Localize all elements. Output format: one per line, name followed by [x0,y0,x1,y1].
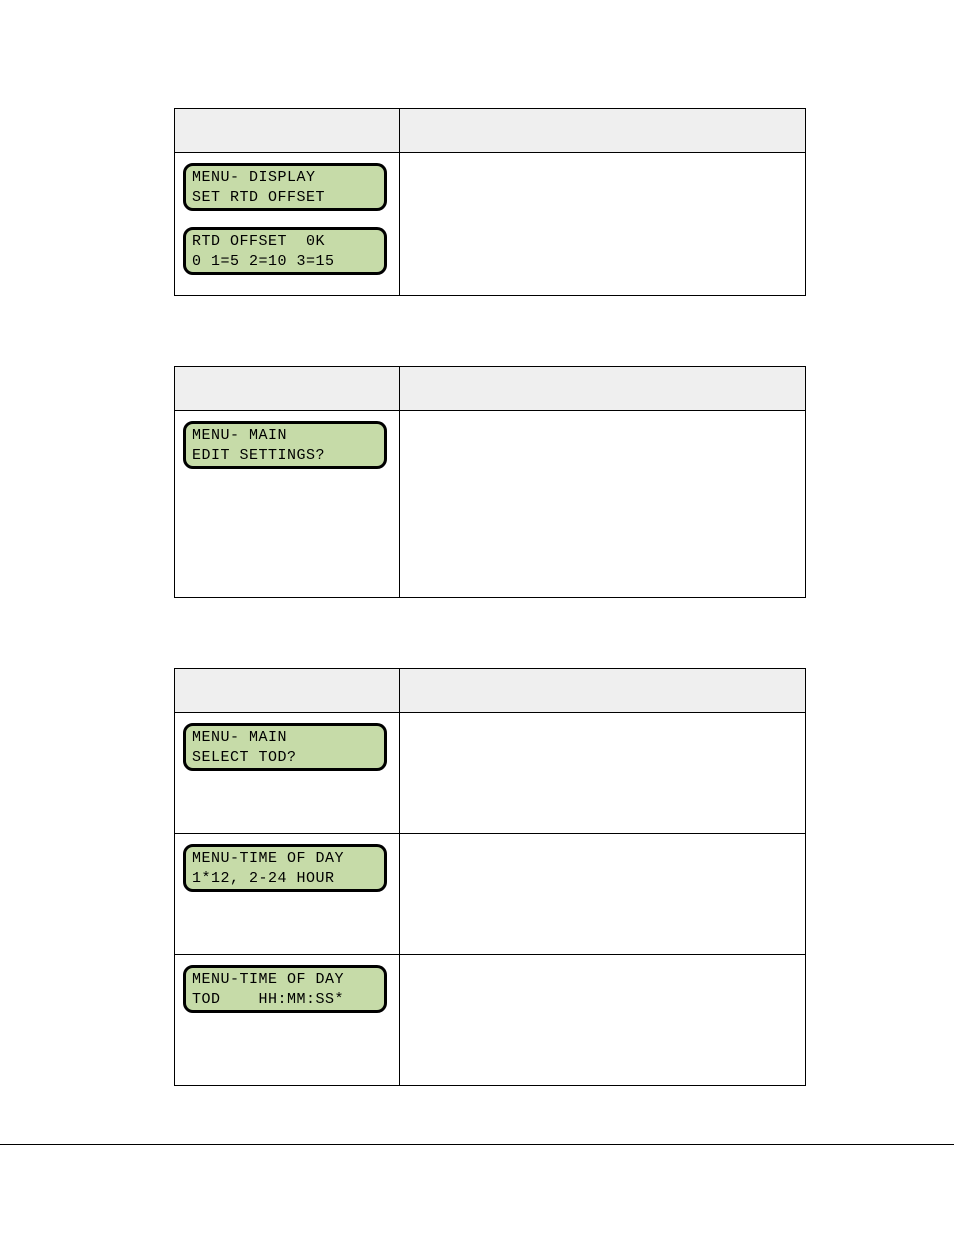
panel-display-rtd: MENU- DISPLAY SET RTD OFFSET RTD OFFSET … [174,108,806,296]
body-left: MENU- MAIN EDIT SETTINGS? [175,411,400,597]
lcd-line: MENU- DISPLAY [192,169,316,186]
body-right [400,834,805,954]
lcd-line: EDIT SETTINGS? [192,447,325,464]
header-left [175,367,400,411]
lcd-line: SET RTD OFFSET [192,189,325,206]
lcd-line: MENU- MAIN [192,729,287,746]
lcd-line: SELECT TOD? [192,749,297,766]
body-left: MENU-TIME OF DAY 1*12, 2-24 HOUR [175,834,400,954]
header-right [400,367,805,411]
panel-header [175,367,805,411]
header-right [400,109,805,153]
page: MENU- DISPLAY SET RTD OFFSET RTD OFFSET … [0,0,954,1235]
header-right [400,669,805,713]
lcd-line: TOD HH:MM:SS* [192,991,344,1008]
lcd-line: MENU-TIME OF DAY [192,971,344,988]
lcd-line: MENU-TIME OF DAY [192,850,344,867]
body-right [400,955,805,1085]
lcd-display: MENU- MAIN SELECT TOD? [183,723,387,771]
lcd-line: MENU- MAIN [192,427,287,444]
header-left [175,669,400,713]
lcd-display: MENU-TIME OF DAY TOD HH:MM:SS* [183,965,387,1013]
lcd-display: MENU-TIME OF DAY 1*12, 2-24 HOUR [183,844,387,892]
body-right [400,153,805,295]
body-right [400,713,805,833]
body-right [400,411,805,597]
panel-edit-settings: MENU- MAIN EDIT SETTINGS? [174,366,806,598]
panel-row: MENU-TIME OF DAY TOD HH:MM:SS* [175,954,805,1085]
panel-time-of-day: MENU- MAIN SELECT TOD? MENU-TIME OF DAY … [174,668,806,1086]
body-left: MENU- MAIN SELECT TOD? [175,713,400,833]
lcd-line: RTD OFFSET 0K [192,233,325,250]
panel-header [175,669,805,713]
lcd-display: MENU- MAIN EDIT SETTINGS? [183,421,387,469]
lcd-display: MENU- DISPLAY SET RTD OFFSET [183,163,387,211]
panel-row: MENU-TIME OF DAY 1*12, 2-24 HOUR [175,833,805,954]
footer-divider [0,1144,954,1145]
lcd-line: 1*12, 2-24 HOUR [192,870,335,887]
header-left [175,109,400,153]
panel-body: MENU- MAIN EDIT SETTINGS? [175,411,805,597]
body-left: MENU- DISPLAY SET RTD OFFSET RTD OFFSET … [175,153,400,295]
panel-header [175,109,805,153]
panel-row: MENU- MAIN SELECT TOD? [175,713,805,833]
body-left: MENU-TIME OF DAY TOD HH:MM:SS* [175,955,400,1085]
panel-body: MENU- DISPLAY SET RTD OFFSET RTD OFFSET … [175,153,805,295]
lcd-display: RTD OFFSET 0K 0 1=5 2=10 3=15 [183,227,387,275]
lcd-line: 0 1=5 2=10 3=15 [192,253,335,270]
